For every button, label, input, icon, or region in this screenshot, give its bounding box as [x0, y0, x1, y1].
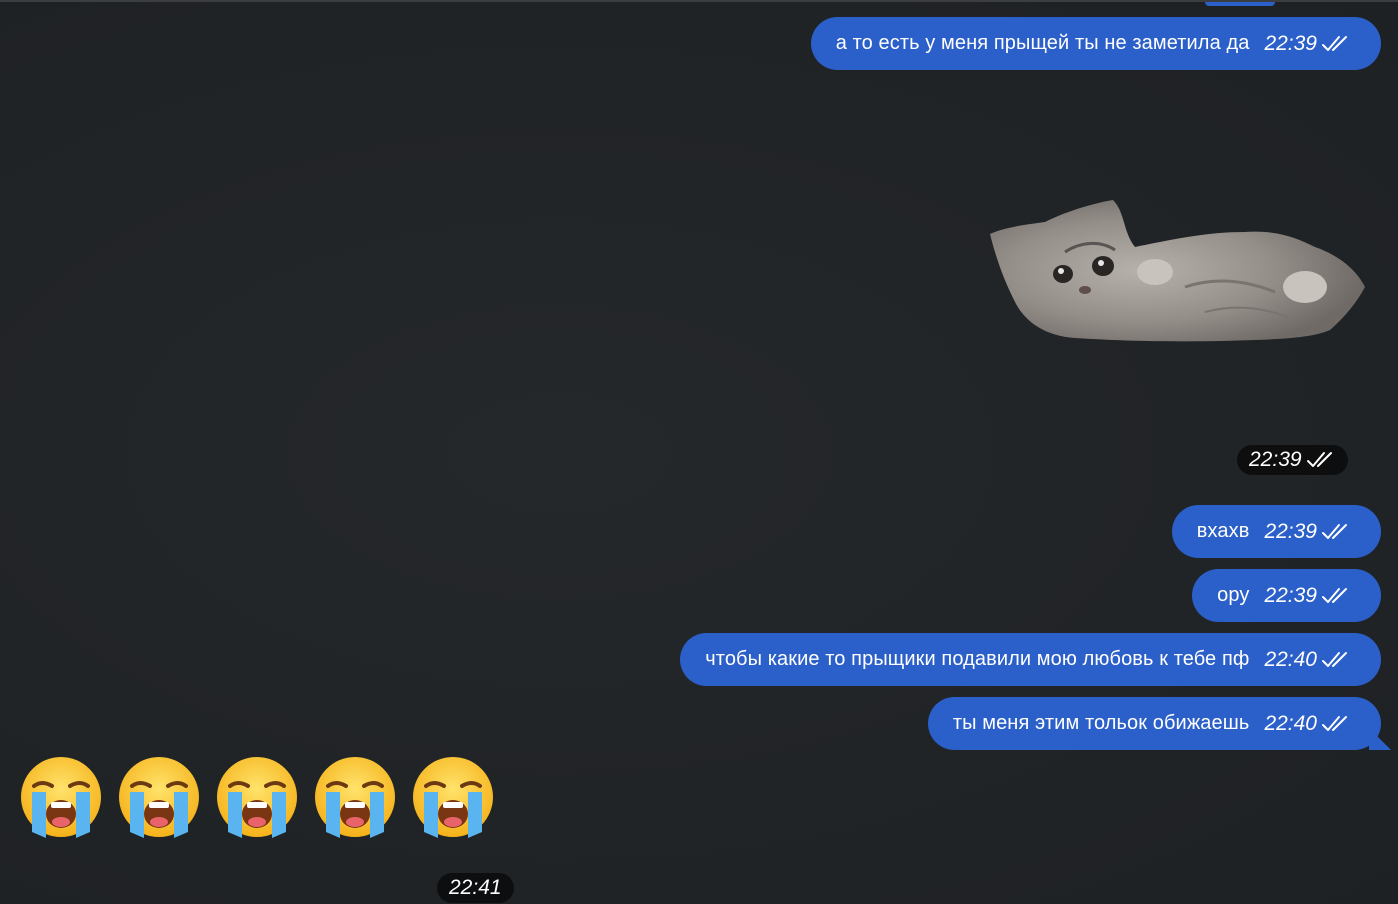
emoji-message-time: 22:41: [449, 876, 502, 899]
message-text: ору: [1217, 584, 1250, 606]
message-time: 22:40: [1264, 647, 1317, 671]
double-check-icon: [1322, 523, 1347, 539]
double-check-icon: [1322, 35, 1347, 51]
message-time: 22:39: [1264, 519, 1317, 543]
message-text: чтобы какие то прыщики подавили мою любо…: [705, 648, 1250, 670]
loudly-crying-face-emoji: [217, 757, 297, 838]
message-text: вхахв: [1196, 520, 1250, 542]
loudly-crying-face-emoji: [119, 757, 199, 838]
message-text: а то есть у меня прыщей ты не заметила д…: [835, 32, 1250, 54]
message-time: 22:39: [1264, 583, 1317, 607]
outgoing-message[interactable]: вхахв 22:39: [1171, 505, 1381, 558]
double-check-icon: [1322, 715, 1347, 731]
outgoing-message[interactable]: ты меня этим тольок обижаешь 22:40: [927, 697, 1381, 750]
loudly-crying-face-emoji: [315, 757, 395, 838]
double-check-icon: [1322, 587, 1347, 603]
double-check-icon: [1322, 651, 1347, 667]
loudly-crying-face-emoji: [21, 757, 101, 838]
double-check-icon: [1306, 452, 1332, 467]
loudly-crying-face-emoji: [413, 757, 493, 838]
sticker-time: 22:39: [1249, 448, 1302, 471]
message-time: 22:40: [1264, 711, 1317, 735]
chat-area[interactable]: а то есть у меня прыщей ты не заметила д…: [0, 0, 1398, 904]
sticker-time-badge: 22:39: [1237, 445, 1348, 475]
message-time: 22:39: [1264, 31, 1317, 55]
kitten-sticker[interactable]: [985, 192, 1375, 352]
previous-message-bubble[interactable]: [1205, 2, 1275, 6]
message-text: ты меня этим тольок обижаешь: [952, 712, 1250, 734]
outgoing-message[interactable]: ору 22:39: [1192, 569, 1381, 622]
incoming-emoji-message[interactable]: [20, 756, 494, 838]
emoji-time-badge: 22:41: [437, 873, 514, 903]
outgoing-message[interactable]: а то есть у меня прыщей ты не заметила д…: [810, 17, 1381, 70]
outgoing-message[interactable]: чтобы какие то прыщики подавили мою любо…: [680, 633, 1381, 686]
